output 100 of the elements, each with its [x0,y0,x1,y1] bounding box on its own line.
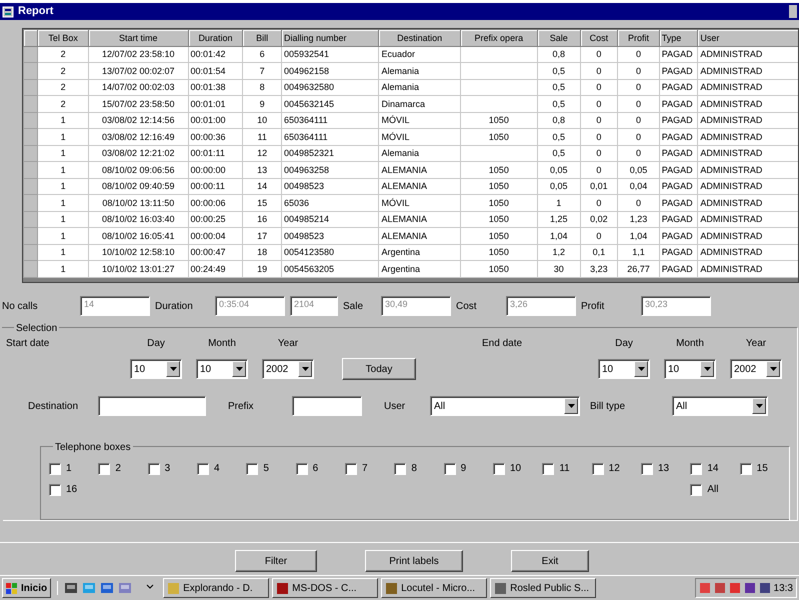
taskbar-button[interactable]: Locutel - Micro... [381,578,488,598]
table-cell: 00:01:42 [188,46,243,62]
quick-launch-icon[interactable] [64,581,78,595]
table-cell: 18 [242,244,282,260]
row-header[interactable] [24,228,38,244]
day-dropdown[interactable]: 10 [598,359,650,379]
column-header: Sale [537,30,580,46]
dropdown-arrow-icon [568,404,574,408]
windows-logo-icon [6,582,18,594]
table-cell: Alemania [378,62,460,79]
checkbox[interactable]: 16 [49,482,98,497]
dialog-button[interactable]: Filter [235,550,317,572]
row-header[interactable] [24,46,38,62]
bill-type-dropdown[interactable]: All [672,396,768,416]
table-cell: 7 [242,62,282,79]
row-header[interactable] [24,96,38,112]
checkbox[interactable]: 14 [690,461,740,476]
quick-launch-icon[interactable] [100,581,114,595]
dropdown-arrow-icon [236,367,242,371]
table-cell: 00:00:00 [188,162,243,178]
row-header[interactable] [24,128,38,145]
checkbox[interactable]: 7 [344,461,394,476]
summary-field: 30,49 [381,296,451,316]
table-cell: 0,5 [537,96,580,112]
table-cell: 14/07/02 00:02:03 [88,79,188,96]
table-cell: 004985214 [281,211,379,228]
table-cell: 1 [38,244,88,260]
today-button[interactable]: Today [342,358,416,380]
field-label: User [384,400,406,414]
table-cell: 1050 [460,228,538,244]
table-cell: 0 [580,162,618,178]
row-header[interactable] [24,162,38,178]
row-header[interactable] [24,244,38,260]
table-cell: 1 [38,145,88,162]
checkbox[interactable]: 9 [444,461,493,476]
year-dropdown[interactable]: 2002 [262,359,314,379]
dialog-button[interactable]: Print labels [365,550,463,572]
table-cell: 0,8 [537,46,580,62]
start-button[interactable]: Inicio [2,578,52,598]
table-cell: 0 [618,79,660,96]
column-header: Tel Box [38,30,88,46]
row-header[interactable] [24,260,38,277]
destination-field[interactable] [98,396,206,416]
table-cell: 1,2 [537,244,580,260]
year-label: Year [278,337,298,351]
row-header[interactable] [24,62,38,79]
table-cell: 19 [242,260,282,277]
table-cell: ALEMANIA [378,211,460,228]
table-cell: 0 [618,46,660,62]
user-dropdown[interactable]: All [430,396,580,416]
checkbox[interactable]: 11 [542,461,592,476]
day-dropdown[interactable]: 10 [130,359,182,379]
checkbox[interactable]: 10 [492,461,542,476]
row-header[interactable] [24,145,38,162]
table-cell: Alemania [378,79,460,96]
table-cell: 0049632580 [281,79,379,96]
field-label: Prefix [228,400,255,414]
table-cell: 15 [242,194,282,211]
day-label: Day [147,337,165,351]
checkbox[interactable]: 13 [640,461,690,476]
checkbox[interactable]: 5 [246,461,296,476]
checkbox[interactable]: 4 [196,461,246,476]
column-header: Destination [378,30,460,46]
checkbox[interactable]: 8 [394,461,444,476]
table-cell: 0,8 [537,112,580,128]
table-cell: 0,05 [537,162,580,178]
checkbox[interactable]: 1 [49,461,98,476]
table-cell: 1 [38,211,88,228]
taskbar-button[interactable]: MS-DOS - C... [272,578,378,598]
row-header[interactable] [24,178,38,194]
taskbar-button[interactable]: Rosled Public S... [490,578,596,598]
table-cell: 10/10/02 12:58:10 [88,244,188,260]
checkbox[interactable]: 6 [296,461,345,476]
checkbox[interactable]: 12 [592,461,641,476]
table-cell: 0 [618,62,660,79]
table-cell: 16 [242,211,282,228]
row-header[interactable] [24,112,38,128]
checkbox[interactable]: 2 [98,461,148,476]
table-cell: 1050 [460,211,538,228]
table-cell: 17 [242,228,282,244]
taskbar-button[interactable]: Explorando - D. [163,578,270,598]
checkbox[interactable]: 15 [740,461,789,476]
table-cell: 1 [38,162,88,178]
table-cell: 1 [38,194,88,211]
prefix-field[interactable] [292,396,362,416]
checkbox[interactable]: All [690,482,740,497]
table-cell: 0 [580,194,618,211]
table-cell: 15/07/02 23:58:50 [88,96,188,112]
field-label: Bill type [590,400,626,414]
year-dropdown[interactable]: 2002 [730,359,782,379]
table-cell: 0 [580,62,618,79]
month-dropdown[interactable]: 10 [196,359,248,379]
dialog-button[interactable]: Exit [511,550,589,572]
month-dropdown[interactable]: 10 [664,359,716,379]
row-header[interactable] [24,194,38,211]
row-header[interactable] [24,211,38,228]
checkbox[interactable]: 3 [148,461,197,476]
table-cell: 1050 [460,194,538,211]
table-cell: 0049852321 [281,145,379,162]
row-header[interactable] [24,79,38,96]
